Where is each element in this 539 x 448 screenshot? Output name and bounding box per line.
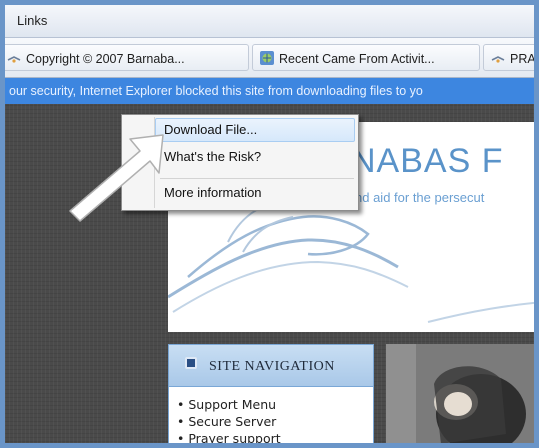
favorite-label: Recent Came From Activit...: [279, 52, 435, 66]
menu-item-more-information[interactable]: More information: [164, 185, 262, 200]
information-bar-text: our security, Internet Explorer blocked …: [9, 84, 423, 98]
pointer-arrow-icon: [69, 134, 164, 222]
globe-page-icon: [259, 50, 275, 66]
site-navigation-heading: SITE NAVIGATION: [169, 345, 373, 387]
favorite-label: PRA: [510, 52, 536, 66]
favorite-link-recent[interactable]: Recent Came From Activit...: [252, 44, 480, 71]
menu-item-download-file[interactable]: Download File...: [164, 122, 257, 137]
favorite-link-copyright[interactable]: Copyright © 2007 Barnaba...: [5, 44, 249, 71]
nav-link-prayer-support[interactable]: • Prayer support: [177, 431, 373, 443]
menu-item-whats-the-risk[interactable]: What's the Risk?: [164, 149, 261, 164]
nav-link-support-menu[interactable]: • Support Menu: [177, 397, 373, 414]
banner-title: NABAS F: [351, 142, 504, 180]
people-photo: [386, 344, 534, 443]
page-link-icon: [6, 50, 22, 66]
links-toolbar: Links: [5, 5, 534, 38]
links-label[interactable]: Links: [17, 13, 47, 28]
square-bullet-icon: [185, 357, 197, 369]
page-link-icon: [490, 50, 506, 66]
site-navigation-list: • Support Menu • Secure Server • Prayer …: [169, 387, 373, 443]
menu-separator: [160, 178, 354, 179]
site-navigation-panel: SITE NAVIGATION • Support Menu • Secure …: [168, 344, 374, 443]
favorite-label: Copyright © 2007 Barnaba...: [26, 52, 185, 66]
banner-subtitle: nd aid for the persecut: [355, 190, 485, 205]
site-navigation-heading-text: SITE NAVIGATION: [209, 359, 335, 374]
security-information-bar[interactable]: our security, Internet Explorer blocked …: [5, 78, 534, 104]
screenshot-frame: Links Copyright © 2007 Barnaba... Recent…: [0, 0, 539, 448]
favorites-bar: Copyright © 2007 Barnaba... Recent Came …: [5, 38, 534, 78]
nav-link-secure-server[interactable]: • Secure Server: [177, 414, 373, 431]
favorite-link-pra[interactable]: PRA: [483, 44, 536, 71]
